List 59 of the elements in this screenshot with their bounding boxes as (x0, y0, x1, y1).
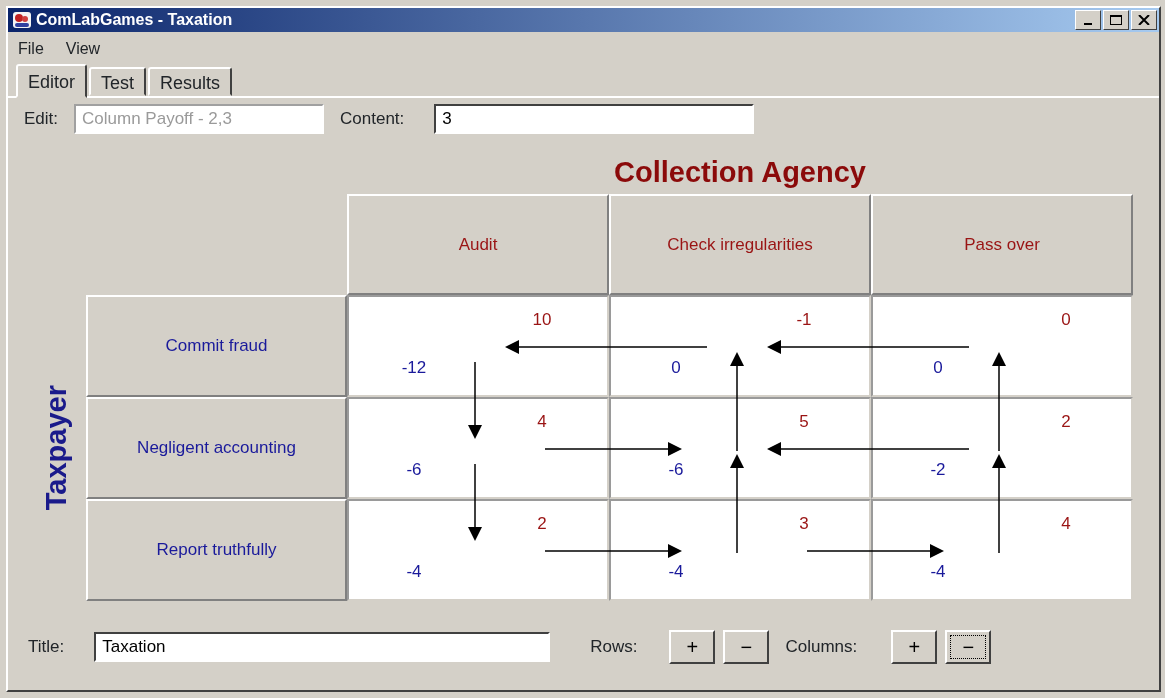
maximize-button[interactable] (1103, 10, 1129, 30)
payoff-cell[interactable]: 5 -6 (609, 397, 871, 499)
column-payoff: 4 (536, 411, 548, 433)
edit-label: Edit: (24, 108, 59, 131)
column-payoff: -1 (795, 309, 813, 331)
close-icon (1138, 15, 1150, 25)
column-header: Pass over (871, 194, 1133, 295)
tab[interactable]: Editor (16, 64, 88, 98)
tab[interactable]: Results (148, 67, 233, 96)
row-payoff: -4 (405, 561, 423, 583)
menu-item[interactable]: File (18, 37, 44, 60)
column-payoff: 5 (798, 411, 810, 433)
row-payoff: 0 (932, 357, 944, 379)
payoff-cell[interactable]: 3 -4 (609, 499, 871, 601)
column-payoff: 2 (536, 513, 548, 535)
title-field[interactable]: Taxation (94, 632, 551, 662)
remove-column-button[interactable]: − (945, 630, 992, 664)
row-payoff: -2 (929, 459, 947, 481)
minimize-button[interactable] (1075, 10, 1101, 30)
menu-item[interactable]: View (65, 37, 101, 60)
column-player-heading: Collection Agency (613, 155, 867, 190)
payoff-cell[interactable]: 2 -2 (871, 397, 1133, 499)
payoff-cell[interactable]: 10 -12 (347, 295, 609, 397)
window-title: ComLabGames - Taxation (36, 10, 234, 30)
row-header: Negligent accounting (86, 397, 347, 499)
content-label: Content: (340, 108, 405, 131)
payoff-cell[interactable]: -1 0 (609, 295, 871, 397)
payoff-cell[interactable]: 4 -4 (871, 499, 1133, 601)
column-payoff: 2 (1060, 411, 1072, 433)
rows-label: Rows: (590, 636, 638, 659)
column-payoff: 3 (798, 513, 810, 535)
row-header: Commit fraud (86, 295, 347, 397)
tab[interactable]: Test (89, 67, 147, 96)
column-payoff: 4 (1060, 513, 1072, 535)
column-header: Check irregularities (609, 194, 871, 295)
row-player-heading: Taxpayer (39, 385, 74, 511)
columns-label: Columns: (785, 636, 858, 659)
row-payoff: -6 (667, 459, 685, 481)
payoff-cell[interactable]: 0 0 (871, 295, 1133, 397)
remove-row-button[interactable]: − (723, 630, 770, 664)
add-row-button[interactable]: + (669, 630, 716, 664)
column-payoff: 10 (531, 309, 553, 331)
payoff-cell[interactable]: 4 -6 (347, 397, 609, 499)
row-payoff: -12 (400, 357, 428, 379)
app-icon (12, 11, 32, 29)
content-field[interactable]: 3 (434, 104, 755, 134)
column-payoff: 0 (1060, 309, 1072, 331)
minimize-icon (1084, 23, 1092, 25)
payoff-cell[interactable]: 2 -4 (347, 499, 609, 601)
add-column-button[interactable]: + (891, 630, 938, 664)
row-payoff: -4 (667, 561, 685, 583)
row-payoff: -6 (405, 459, 423, 481)
row-header: Report truthfully (86, 499, 347, 601)
close-button[interactable] (1131, 10, 1157, 30)
maximize-icon (1109, 14, 1123, 26)
row-payoff: 0 (670, 357, 682, 379)
row-payoff: -4 (929, 561, 947, 583)
title-label: Title: (28, 636, 65, 659)
column-header: Audit (347, 194, 609, 295)
